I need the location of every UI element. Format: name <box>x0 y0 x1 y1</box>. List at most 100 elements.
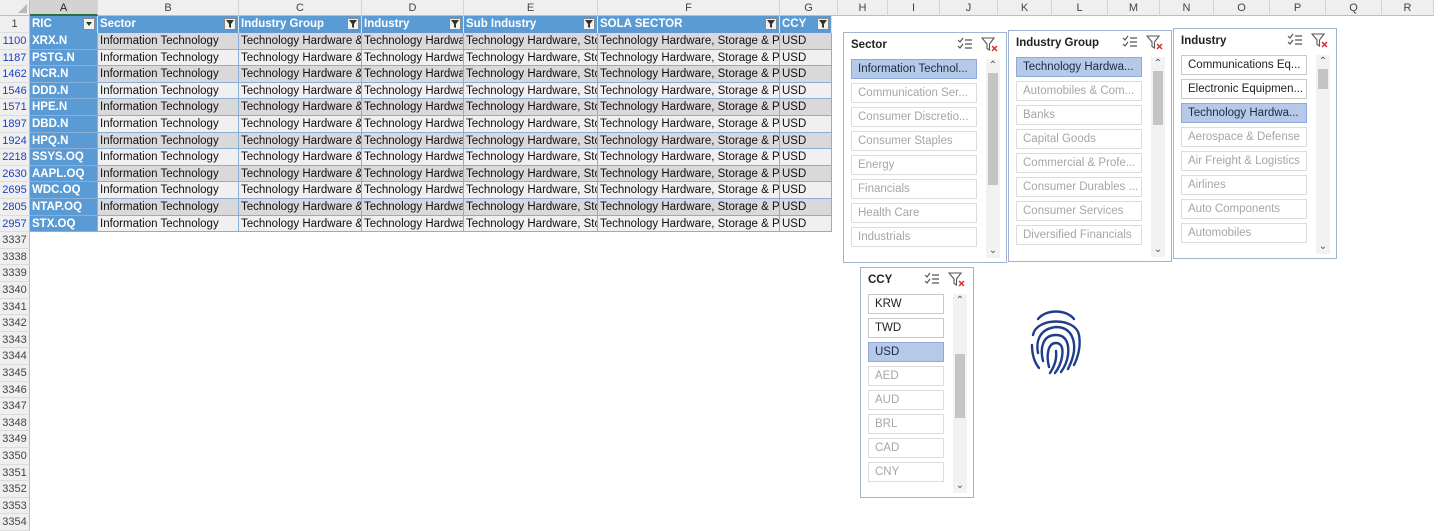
cell-industry[interactable]: Technology Hardwa <box>362 116 464 133</box>
row-header[interactable]: 3352 <box>0 481 30 498</box>
cell-sola-sector[interactable]: Technology Hardware, Storage & P <box>598 199 780 216</box>
row-header[interactable]: 3338 <box>0 248 30 266</box>
row-header[interactable]: 1924 <box>0 132 30 150</box>
cell-industry[interactable]: Technology Hardwa <box>362 33 464 50</box>
cell-industry-group[interactable]: Technology Hardware & <box>239 182 362 199</box>
cell-ccy[interactable]: USD <box>780 215 832 233</box>
scroll-up-icon[interactable]: ⌃ <box>1151 57 1165 71</box>
row-header[interactable]: 3343 <box>0 331 30 349</box>
slicer-item[interactable]: Consumer Discretio... <box>851 107 977 127</box>
cell-ric[interactable]: STX.OQ <box>30 215 98 233</box>
slicer-item[interactable]: AUD <box>868 390 944 410</box>
multi-select-icon[interactable] <box>1121 35 1139 51</box>
cell-industry-group[interactable]: Technology Hardware & <box>239 165 362 183</box>
cell-sub-industry[interactable]: Technology Hardware, Sto <box>464 33 598 50</box>
slicer-item[interactable]: Information Technol... <box>851 59 977 79</box>
scroll-up-icon[interactable]: ⌃ <box>1316 55 1330 69</box>
filter-dropdown-icon[interactable] <box>817 18 829 30</box>
row-header[interactable]: 3345 <box>0 365 30 382</box>
filter-dropdown-icon[interactable] <box>765 18 777 30</box>
slicer-item[interactable]: Aerospace & Defense <box>1181 127 1307 147</box>
cell-ric[interactable]: XRX.N <box>30 33 98 50</box>
table-header-cell[interactable]: RIC <box>30 16 98 33</box>
cell-sector[interactable]: Information Technology <box>98 82 239 100</box>
scroll-down-icon[interactable]: ⌄ <box>953 479 967 493</box>
cell-sector[interactable]: Information Technology <box>98 132 239 150</box>
cell-industry-group[interactable]: Technology Hardware & <box>239 49 362 67</box>
cell-industry[interactable]: Technology Hardwa <box>362 66 464 83</box>
cell-ccy[interactable]: USD <box>780 116 832 133</box>
row-header[interactable]: 3347 <box>0 398 30 415</box>
scroll-down-icon[interactable]: ⌄ <box>1316 240 1330 254</box>
row-header[interactable]: 3354 <box>0 514 30 531</box>
column-header-g[interactable]: G <box>780 0 838 16</box>
cell-industry-group[interactable]: Technology Hardware & <box>239 82 362 100</box>
slicer-item[interactable]: Capital Goods <box>1016 129 1142 149</box>
slicer-scrollbar[interactable]: ⌃ ⌄ <box>986 59 1000 258</box>
table-header-cell[interactable]: SOLA SECTOR <box>598 16 780 33</box>
cell-ccy[interactable]: USD <box>780 49 832 67</box>
cell-sub-industry[interactable]: Technology Hardware, Sto <box>464 182 598 199</box>
column-header-a[interactable]: A <box>30 0 98 16</box>
cell-industry-group[interactable]: Technology Hardware & <box>239 99 362 116</box>
cell-sola-sector[interactable]: Technology Hardware, Storage & P <box>598 116 780 133</box>
scroll-thumb[interactable] <box>988 73 998 185</box>
table-header-cell[interactable]: Industry <box>362 16 464 33</box>
slicer-item[interactable]: Diversified Financials <box>1016 225 1142 245</box>
column-header-h[interactable]: H <box>838 0 888 16</box>
slicer-item[interactable]: Financials <box>851 179 977 199</box>
row-header[interactable]: 3341 <box>0 298 30 316</box>
cell-sector[interactable]: Information Technology <box>98 215 239 233</box>
slicer-scrollbar[interactable]: ⌃ ⌄ <box>1151 57 1165 257</box>
cell-sub-industry[interactable]: Technology Hardware, Sto <box>464 165 598 183</box>
slicer-item[interactable]: CNY <box>868 462 944 482</box>
cell-ccy[interactable]: USD <box>780 132 832 150</box>
cell-sector[interactable]: Information Technology <box>98 33 239 50</box>
cell-industry[interactable]: Technology Hardwa <box>362 149 464 166</box>
cell-ccy[interactable]: USD <box>780 82 832 100</box>
row-header[interactable]: 3346 <box>0 381 30 399</box>
cell-sector[interactable]: Information Technology <box>98 182 239 199</box>
table-header-cell[interactable]: Sector <box>98 16 239 33</box>
cell-industry[interactable]: Technology Hardwa <box>362 165 464 183</box>
clear-filter-icon[interactable] <box>947 271 966 289</box>
cell-sola-sector[interactable]: Technology Hardware, Storage & P <box>598 49 780 67</box>
row-header[interactable]: 1 <box>0 16 30 33</box>
cell-sub-industry[interactable]: Technology Hardware, Sto <box>464 82 598 100</box>
slicer-item[interactable]: Communication Ser... <box>851 83 977 103</box>
cell-ric[interactable]: NCR.N <box>30 66 98 83</box>
column-header-d[interactable]: D <box>362 0 464 16</box>
slicer-item[interactable]: BRL <box>868 414 944 434</box>
cell-ccy[interactable]: USD <box>780 33 832 50</box>
cell-industry[interactable]: Technology Hardwa <box>362 215 464 233</box>
cell-ccy[interactable]: USD <box>780 149 832 166</box>
filter-dropdown-icon[interactable] <box>583 18 595 30</box>
scroll-thumb[interactable] <box>1153 71 1163 125</box>
slicer-item[interactable]: AED <box>868 366 944 386</box>
cell-sector[interactable]: Information Technology <box>98 199 239 216</box>
row-header[interactable]: 1571 <box>0 99 30 116</box>
row-header[interactable]: 1546 <box>0 82 30 100</box>
slicer-industry[interactable]: Industry Communications Eq... Electronic E… <box>1173 28 1337 259</box>
filter-dropdown-icon[interactable] <box>347 18 359 30</box>
column-header-l[interactable]: L <box>1052 0 1108 16</box>
row-header[interactable]: 3349 <box>0 431 30 448</box>
column-header-n[interactable]: N <box>1160 0 1214 16</box>
cell-industry-group[interactable]: Technology Hardware & <box>239 199 362 216</box>
cell-sector[interactable]: Information Technology <box>98 116 239 133</box>
slicer-item[interactable]: Communications Eq... <box>1181 55 1307 75</box>
cell-industry[interactable]: Technology Hardwa <box>362 182 464 199</box>
column-header-m[interactable]: M <box>1108 0 1160 16</box>
cell-sola-sector[interactable]: Technology Hardware, Storage & P <box>598 132 780 150</box>
row-header[interactable]: 2630 <box>0 165 30 183</box>
row-header[interactable]: 3342 <box>0 315 30 332</box>
slicer-item[interactable]: Commercial & Profe... <box>1016 153 1142 173</box>
row-header[interactable]: 2218 <box>0 149 30 166</box>
cell-sub-industry[interactable]: Technology Hardware, Sto <box>464 149 598 166</box>
slicer-item[interactable]: Consumer Staples <box>851 131 977 151</box>
cell-industry[interactable]: Technology Hardwa <box>362 132 464 150</box>
slicer-item[interactable]: Banks <box>1016 105 1142 125</box>
cell-ric[interactable]: NTAP.OQ <box>30 199 98 216</box>
slicer-scrollbar[interactable]: ⌃ ⌄ <box>953 294 967 493</box>
column-header-e[interactable]: E <box>464 0 598 16</box>
